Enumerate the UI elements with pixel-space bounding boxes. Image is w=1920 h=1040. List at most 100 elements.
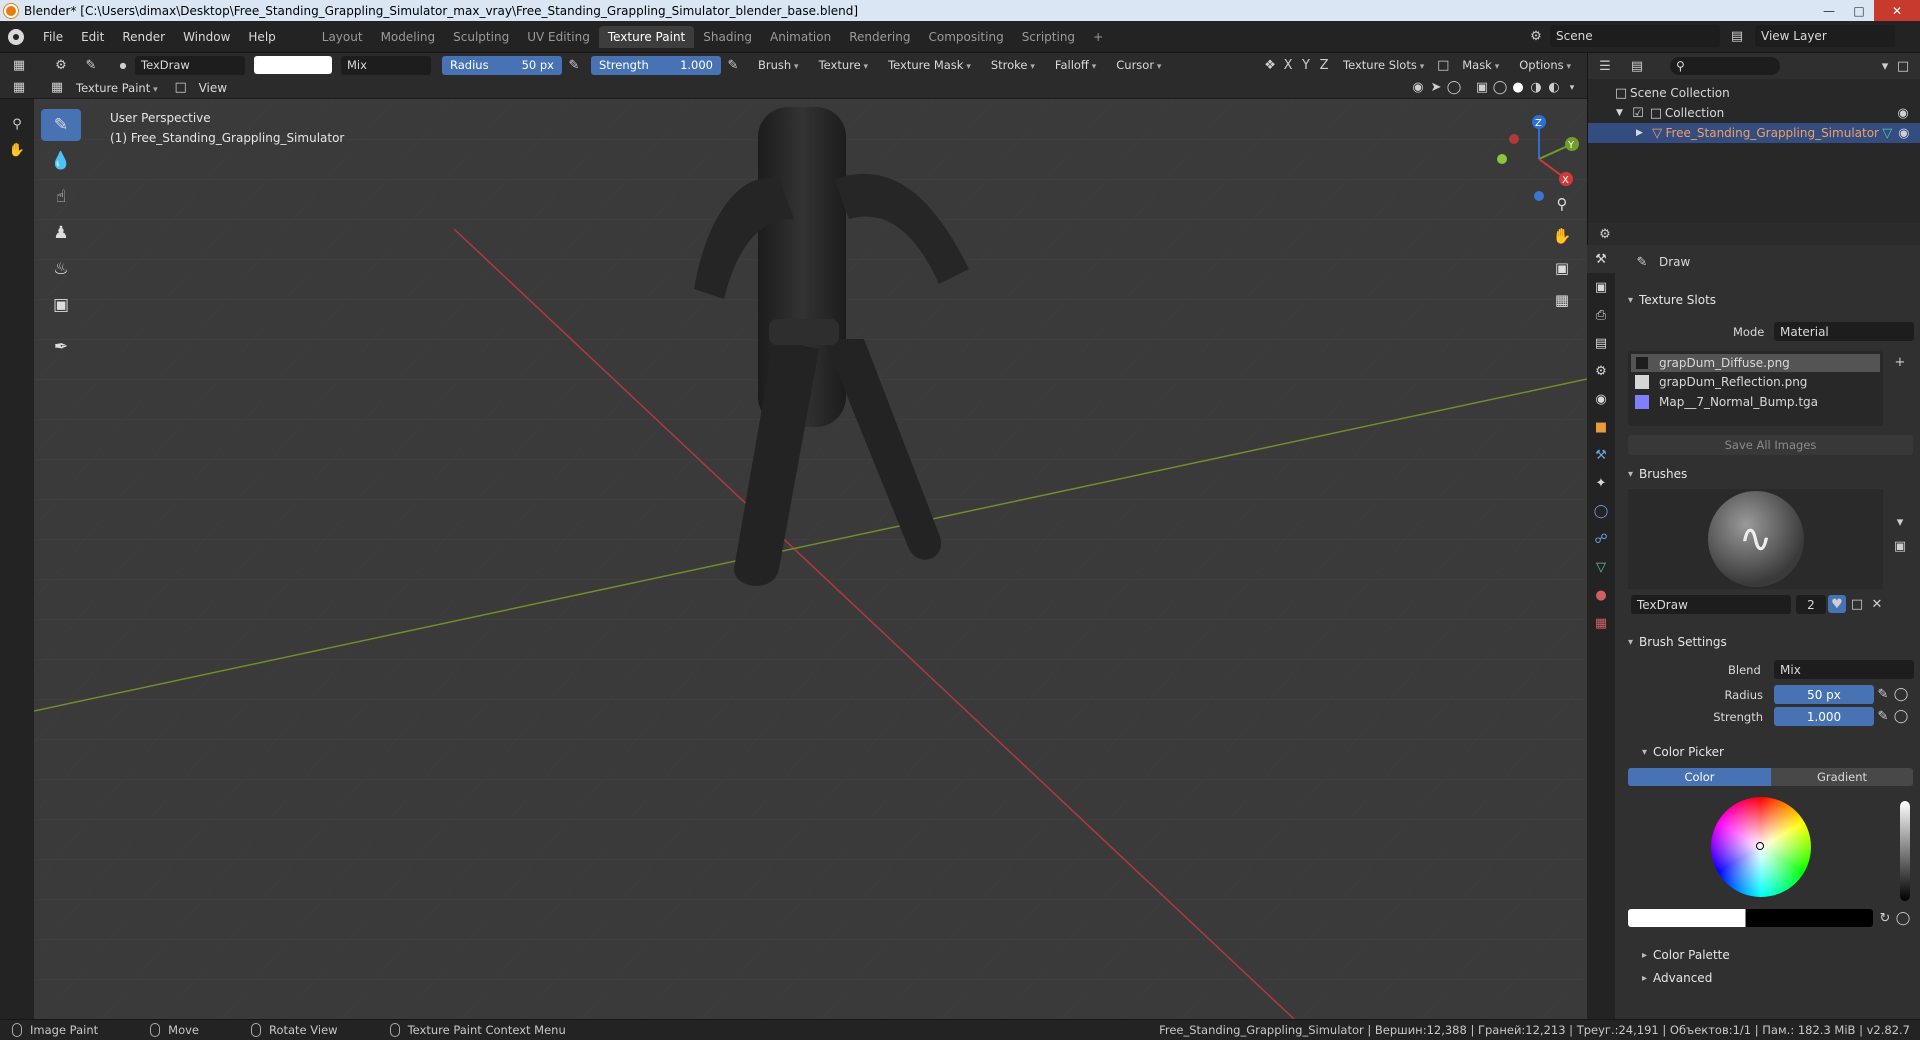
symmetry-icon[interactable]: ❖ [1261,56,1279,74]
color-tab[interactable]: Color [1628,768,1771,786]
color-wheel[interactable] [1711,797,1811,897]
strength-field[interactable]: 1.000 [1774,707,1874,726]
brush-color-swatch[interactable] [254,56,332,74]
mirror-y-toggle[interactable]: Y [1297,56,1315,74]
modifier-tab-icon[interactable]: ⚒ [1587,441,1615,469]
tab-scripting[interactable]: Scripting [1013,26,1084,48]
xray-icon[interactable]: ▣ [1473,79,1491,97]
color-pressure-icon[interactable]: ◯ [1894,909,1912,927]
scene-selector[interactable]: Scene [1550,25,1720,47]
shading-rendered-icon[interactable]: ◐ [1545,79,1563,97]
world-tab-icon[interactable]: ◉ [1587,385,1615,413]
view-layer-selector[interactable]: View Layer [1755,25,1895,47]
pan-hand-icon[interactable]: ✋ [8,141,26,159]
outliner-editor-icon[interactable]: ☰ [1596,57,1614,75]
output-tab-icon[interactable]: ⎙ [1587,301,1615,329]
menu-help[interactable]: Help [239,30,284,44]
outliner-collection[interactable]: ▼ ☑ □ Collection ◉ [1588,103,1920,123]
scene-icon[interactable]: ⚙ [1527,27,1545,45]
brush-name-field[interactable]: TexDraw [1631,595,1791,614]
save-all-images-button[interactable]: Save All Images [1628,435,1913,455]
menu-falloff[interactable]: Falloff [1047,56,1104,74]
radius-field[interactable]: 50 px [1774,685,1874,704]
brush-preview[interactable]: ∿ [1628,489,1883,589]
eye-icon[interactable]: ◉ [1894,104,1912,122]
brush-icon[interactable]: ✎ [82,56,100,74]
texture-mode-select[interactable]: Material [1774,322,1914,341]
radius-unit-icon[interactable]: ◯ [1892,685,1910,703]
tab-uv-editing[interactable]: UV Editing [518,26,599,48]
tool-tab-icon[interactable]: ⚒ [1587,245,1615,273]
duplicate-brush-icon[interactable]: □ [1848,595,1866,613]
tab-modeling[interactable]: Modeling [372,26,445,48]
tab-shading[interactable]: Shading [694,26,761,48]
texture-slot-item[interactable]: grapDum_Reflection.png [1631,372,1880,392]
color-wheel-cursor[interactable] [1756,842,1764,850]
mode-selector[interactable]: Texture Paint [68,79,166,97]
display-mode-icon[interactable]: ▤ [1628,57,1646,75]
texture-slots-menu[interactable]: Texture Slots [1335,56,1432,74]
menu-file[interactable]: File [34,30,72,44]
options-menu[interactable]: Options [1511,56,1579,74]
filter-icon[interactable]: ▾ [1876,57,1894,75]
outliner-scene-collection[interactable]: □ Scene Collection [1588,83,1920,103]
brush-name-field[interactable]: TexDraw [135,55,245,75]
close-icon[interactable]: ✕ [1874,0,1920,21]
3d-viewport[interactable]: Z Y X [34,99,1587,1019]
unlink-brush-icon[interactable]: ✕ [1868,595,1886,613]
menu-window[interactable]: Window [174,30,239,44]
clone-tool-icon[interactable]: ♟ [41,217,81,249]
fake-user-icon[interactable]: ♥ [1828,595,1846,613]
data-tab-icon[interactable]: ▽ [1587,553,1615,581]
advanced-subpanel-header[interactable]: Advanced [1642,971,1712,985]
menu-texture[interactable]: Texture [811,56,877,74]
menu-texture-mask[interactable]: Texture Mask [880,56,979,74]
mirror-z-toggle[interactable]: Z [1315,56,1333,74]
shading-solid-icon[interactable]: ● [1509,79,1527,97]
add-slot-icon[interactable]: + [1891,353,1909,371]
constraints-tab-icon[interactable]: ☍ [1587,525,1615,553]
brush-settings-panel-header[interactable]: Brush Settings [1628,635,1727,649]
texture-slots-panel-header[interactable]: Texture Slots [1628,293,1716,307]
editor-type-icon-2[interactable]: ▦ [10,79,28,97]
maximize-icon[interactable]: □ [1844,0,1874,21]
mask-checkbox[interactable]: □ [1434,56,1452,74]
physics-tab-icon[interactable]: ◯ [1587,497,1615,525]
texture-slot-item[interactable]: Map__7_Normal_Bump.tga [1631,392,1880,412]
menu-cursor[interactable]: Cursor [1108,56,1169,74]
blend-mode-select[interactable]: Mix [341,55,431,75]
texture-slot-item[interactable]: grapDum_Diffuse.png [1631,354,1880,372]
scene-tab-icon[interactable]: ⚙ [1587,357,1615,385]
view-layer-icon[interactable]: ▤ [1728,27,1746,45]
view-layer-tab-icon[interactable]: ▤ [1587,329,1615,357]
radius-pen-icon[interactable]: ✎ [1874,685,1892,703]
menu-render[interactable]: Render [113,30,174,44]
ortho-toggle-icon[interactable]: ▦ [1550,286,1574,314]
brush-image-icon[interactable]: ▣ [1891,537,1909,555]
mask-tool-icon[interactable]: ▣ [41,289,81,321]
expand-icon[interactable]: ▼ [1616,108,1623,118]
smear-tool-icon[interactable]: ☝ [41,181,81,213]
soften-tool-icon[interactable]: 💧 [41,145,81,177]
strength-pressure-icon[interactable]: ✎ [724,56,742,74]
menu-view[interactable]: View [190,81,236,95]
tab-layout[interactable]: Layout [313,26,372,48]
blender-menu-icon[interactable] [8,28,24,45]
color-swatch-bar[interactable] [1628,909,1873,927]
tab-texture-paint[interactable]: Texture Paint [598,25,695,48]
particles-tab-icon[interactable]: ✦ [1587,469,1615,497]
new-collection-icon[interactable]: □ [1894,57,1912,75]
brush-users-count[interactable]: 2 [1796,595,1826,614]
mirror-x-toggle[interactable]: X [1279,56,1297,74]
gradient-tab[interactable]: Gradient [1771,768,1913,786]
expand-icon[interactable]: ▶ [1636,128,1643,138]
menu-edit[interactable]: Edit [72,30,113,44]
blend-select[interactable]: Mix [1774,660,1914,679]
tab-sculpting[interactable]: Sculpting [444,26,518,48]
camera-view-icon[interactable]: ▣ [1550,254,1574,282]
paint-mask-icon[interactable]: □ [172,79,190,97]
shading-wireframe-icon[interactable]: ◯ [1491,79,1509,97]
visibility-icon[interactable]: ◉ [1409,79,1427,97]
color-picker-subpanel-header[interactable]: Color Picker [1642,745,1724,759]
move-view-icon[interactable]: ✋ [1550,222,1574,250]
